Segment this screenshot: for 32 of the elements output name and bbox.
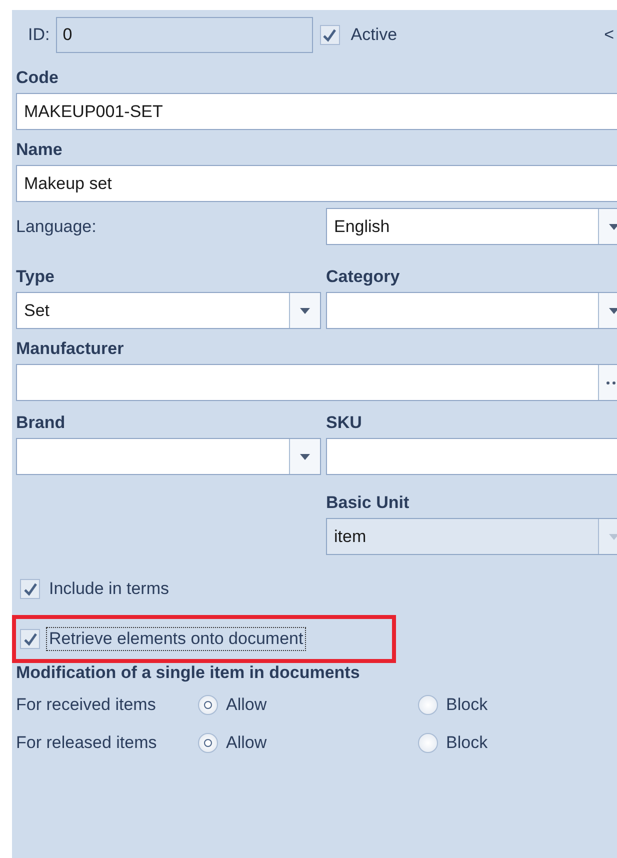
dropdown[interactable]: Set — [16, 292, 321, 329]
field-label: Language: — [16, 216, 98, 236]
field-label: Type — [16, 266, 56, 288]
field-value: Makeup set — [24, 174, 112, 194]
dropdown[interactable]: English — [326, 208, 617, 245]
text-field[interactable]: Makeup set — [16, 165, 617, 202]
field-label: SKU — [326, 412, 363, 434]
dropdown-value: Set — [24, 300, 50, 320]
field-label: Basic Unit — [326, 492, 410, 514]
radio-label: Block — [446, 733, 488, 753]
field-label: Manufacturer — [16, 338, 125, 360]
text-field[interactable]: MAKEUP001-SET — [16, 93, 617, 130]
row-label: For received items — [16, 695, 157, 715]
field-label: Brand — [16, 412, 66, 434]
id-field[interactable]: 0 — [56, 17, 313, 53]
dropdown-value: item — [334, 526, 366, 546]
field-value: MAKEUP001-SET — [24, 102, 163, 122]
row-label: For released items — [16, 733, 158, 753]
field-label: ID: — [28, 25, 50, 45]
section-title: Modification of a single item in documents — [16, 663, 361, 683]
field-label: Category — [326, 266, 401, 288]
checkbox-label: Retrieve elements onto document — [46, 627, 306, 651]
radio-label: Allow — [226, 733, 267, 753]
radio-label: Allow — [226, 695, 267, 715]
field-value: 0 — [62, 25, 72, 45]
field-label: Code — [16, 67, 60, 89]
checkbox-label: Include in terms — [48, 578, 170, 600]
dropdown-value: English — [334, 216, 390, 236]
collapse-arrow[interactable]: < — [604, 25, 614, 45]
radio-label: Block — [446, 695, 488, 715]
checkbox-label: Active — [350, 24, 398, 46]
field-label: Name — [16, 139, 64, 161]
